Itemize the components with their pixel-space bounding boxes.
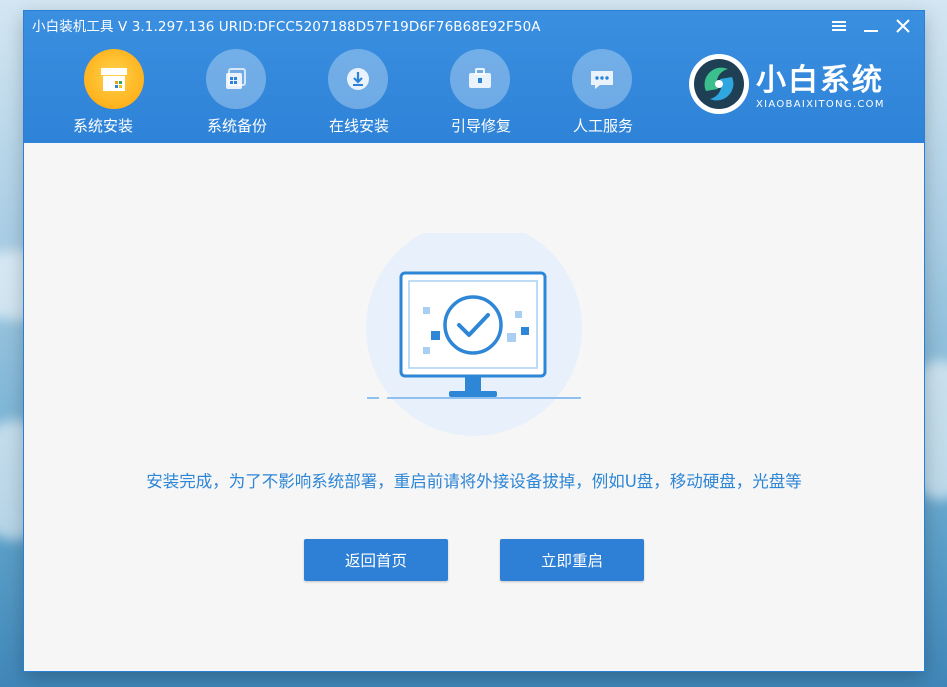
- close-button[interactable]: [890, 13, 916, 39]
- window-controls: [826, 13, 916, 39]
- nav-label: 系统安装: [72, 117, 133, 135]
- main-content: 安装完成，为了不影响系统部署，重启前请将外接设备拔掉，例如U盘，移动硬盘，光盘等…: [24, 143, 924, 671]
- nav-icon-circle: [450, 49, 510, 109]
- brand-name: 小白系统: [756, 63, 884, 98]
- hamburger-menu-icon: [832, 21, 846, 31]
- nav-label: 引导修复: [450, 117, 511, 135]
- nav-icon-circle: [84, 49, 144, 109]
- nav-item-online-install[interactable]: 在线安装: [298, 47, 420, 143]
- minimize-button[interactable]: [858, 13, 884, 39]
- online-install-icon: [347, 68, 369, 90]
- window-header: 小白装机工具 V 3.1.297.136 URID:DFCC5207188D57…: [24, 11, 924, 143]
- nav-icon-circle: [206, 49, 266, 109]
- chat-service-icon: [591, 71, 613, 89]
- brand-subtitle: XIAOBAIXITONG.COM: [756, 99, 885, 110]
- installer-window: 小白装机工具 V 3.1.297.136 URID:DFCC5207188D57…: [24, 11, 924, 671]
- nav-label: 系统备份: [206, 117, 267, 135]
- return-home-button[interactable]: 返回首页: [304, 539, 448, 581]
- menu-button[interactable]: [826, 13, 852, 39]
- install-complete-message: 安装完成，为了不影响系统部署，重启前请将外接设备拔掉，例如U盘，移动硬盘，光盘等: [146, 472, 802, 491]
- nav-label: 在线安装: [328, 117, 389, 135]
- nav-item-chat-service[interactable]: 人工服务: [542, 47, 664, 143]
- boot-repair-icon: [469, 68, 491, 88]
- nav-icon-circle: [572, 49, 632, 109]
- window-title: 小白装机工具 V 3.1.297.136 URID:DFCC5207188D57…: [32, 19, 541, 35]
- monitor-checkmark-icon: [366, 233, 582, 436]
- nav-label: 人工服务: [572, 117, 633, 135]
- minimize-icon: [864, 30, 878, 32]
- nav-item-system-install[interactable]: 系统安装: [54, 47, 176, 143]
- nav-item-boot-repair[interactable]: 引导修复: [420, 47, 542, 143]
- system-backup-icon: [226, 68, 246, 89]
- nav-item-system-backup[interactable]: 系统备份: [176, 47, 298, 143]
- system-install-icon: [101, 68, 127, 91]
- close-icon: [896, 19, 910, 33]
- brand: 小白系统 XIAOBAIXITONG.COM: [686, 49, 906, 119]
- restart-now-button[interactable]: 立即重启: [500, 539, 644, 581]
- xiaobai-logo-icon: [689, 54, 749, 114]
- nav-icon-circle: [328, 49, 388, 109]
- main-nav: 系统安装 系统备份 在线安装 引导修复 人工服务: [54, 47, 664, 143]
